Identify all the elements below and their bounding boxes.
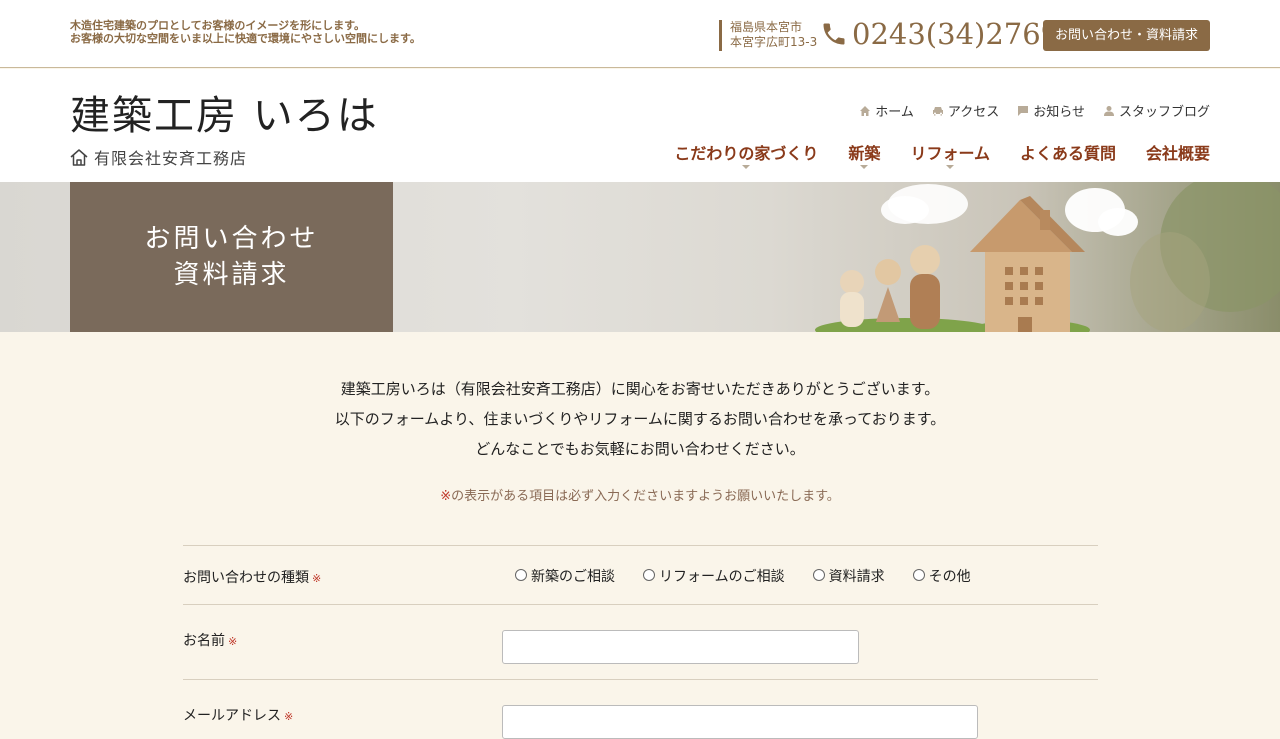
- tagline: 木造住宅建築のプロとしてお客様のイメージを形にします。 お客様の大切な空間をいま…: [70, 19, 421, 45]
- utility-nav: ホーム アクセス お知らせ スタッフブログ: [859, 101, 1210, 120]
- util-nav-news[interactable]: お知らせ: [1017, 101, 1085, 120]
- required-mark: ※: [440, 489, 452, 504]
- form-row-name: お名前 ※: [183, 604, 1098, 679]
- tagline-line1: 木造住宅建築のプロとしてお客様のイメージを形にします。: [70, 19, 366, 32]
- car-icon: [932, 106, 943, 115]
- intro-line3: どんなことでもお気軽にお問い合わせください。: [475, 440, 805, 458]
- house-outline-icon: [70, 149, 88, 166]
- radio-circle[interactable]: [812, 569, 825, 581]
- site-logo[interactable]: 建築工房 いろは: [70, 93, 379, 139]
- contact-form: お問い合わせの種類 ※ 新築のご相談 リフォームのご相談 資料請求 その他 お名前…: [183, 545, 1098, 739]
- chat-icon: [1018, 105, 1029, 116]
- inquiry-type-radios: 新築のご相談 リフォームのご相談 資料請求 その他: [515, 566, 971, 586]
- util-nav-access[interactable]: アクセス: [932, 101, 999, 120]
- radio-circle[interactable]: [643, 569, 655, 581]
- inquiry-type-label: お問い合わせの種類 ※: [183, 567, 321, 587]
- chevron-down-icon: [860, 165, 869, 169]
- util-nav-label: スタッフブログ: [1118, 105, 1210, 120]
- name-label: お名前 ※: [183, 630, 237, 650]
- radio-circle[interactable]: [515, 569, 527, 581]
- nav-faq[interactable]: よくある質問: [1020, 140, 1116, 164]
- util-nav-label: ホーム: [875, 105, 914, 120]
- phone-icon: [823, 23, 845, 45]
- company-name-text: 有限会社安斉工務店: [94, 149, 248, 168]
- radio-reform[interactable]: リフォームのご相談: [643, 566, 785, 586]
- radio-label: 新築のご相談: [531, 569, 615, 585]
- nav-shinchiku[interactable]: 新築: [848, 140, 881, 169]
- required-mark: ※: [284, 710, 294, 723]
- name-input[interactable]: [502, 630, 859, 664]
- required-mark: ※: [312, 572, 322, 585]
- radio-other[interactable]: その他: [912, 566, 971, 586]
- nav-kodawari[interactable]: こだわりの家づくり: [674, 140, 819, 169]
- person-icon: [1103, 105, 1114, 116]
- required-note: ※の表示がある項目は必ず入力くださいますようお願いいたします。: [0, 485, 1280, 504]
- radio-new-build[interactable]: 新築のご相談: [515, 566, 615, 586]
- radio-label: その他: [928, 569, 971, 585]
- util-nav-label: お知らせ: [1033, 105, 1085, 120]
- intro-line2: 以下のフォームより、住まいづくりやリフォームに関するお問い合わせを承っております…: [334, 410, 946, 428]
- nav-reform[interactable]: リフォーム: [910, 140, 990, 169]
- form-row-email: メールアドレス ※: [183, 679, 1098, 739]
- company-name: 有限会社安斉工務店: [70, 145, 247, 169]
- hero-title-line1: お問い合わせ: [144, 224, 319, 254]
- radio-circle[interactable]: [912, 569, 925, 581]
- email-label-text: メールアドレス: [183, 708, 281, 724]
- nav-label: よくある質問: [1019, 144, 1116, 163]
- util-nav-home[interactable]: ホーム: [859, 101, 914, 120]
- nav-label: 会社概要: [1145, 144, 1210, 163]
- chevron-down-icon: [946, 165, 955, 169]
- address-line1: 福島県本宮市: [730, 20, 803, 34]
- intro-text: 建築工房いろは（有限会社安斉工務店）に関心をお寄せいただきありがとうございます。…: [0, 374, 1280, 464]
- radio-label: リフォームのご相談: [659, 569, 785, 585]
- phone-number[interactable]: 0243(34)2769: [852, 14, 1059, 54]
- tagline-line2: お客様の大切な空間をいま以上に快適で環境にやさしい空間にします。: [70, 32, 421, 45]
- nav-label: リフォーム: [910, 144, 990, 163]
- required-mark: ※: [228, 635, 238, 648]
- contact-button[interactable]: お問い合わせ・資料請求: [1043, 20, 1210, 51]
- form-row-inquiry-type: お問い合わせの種類 ※ 新築のご相談 リフォームのご相談 資料請求 その他: [183, 545, 1098, 604]
- radio-brochure[interactable]: 資料請求: [812, 566, 885, 586]
- email-input[interactable]: [502, 705, 978, 739]
- address-line2: 本宮字広町13-3: [730, 35, 818, 49]
- main-nav: こだわりの家づくり 新築 リフォーム よくある質問 会社概要: [674, 140, 1210, 169]
- nav-label: こだわりの家づくり: [674, 144, 819, 163]
- email-label: メールアドレス ※: [183, 705, 293, 725]
- home-icon: [860, 105, 871, 116]
- header: 建築工房 いろは 有限会社安斉工務店 ホーム アクセス お知らせ スタッフブログ…: [0, 69, 1280, 182]
- name-label-text: お名前: [183, 633, 225, 649]
- util-nav-blog[interactable]: スタッフブログ: [1103, 101, 1210, 120]
- nav-label: 新築: [848, 144, 881, 163]
- hero-title-line2: 資料請求: [173, 260, 290, 290]
- address: 福島県本宮市 本宮字広町13-3: [719, 20, 817, 51]
- inquiry-type-label-text: お問い合わせの種類: [183, 570, 309, 586]
- hero-title-box: お問い合わせ 資料請求: [70, 182, 393, 332]
- chevron-down-icon: [742, 165, 751, 169]
- util-nav-label: アクセス: [947, 105, 1000, 120]
- required-note-text: の表示がある項目は必ず入力くださいますようお願いいたします。: [451, 489, 840, 504]
- hero-banner: お問い合わせ 資料請求: [0, 182, 1280, 332]
- nav-company[interactable]: 会社概要: [1146, 140, 1210, 164]
- top-bar: 木造住宅建築のプロとしてお客様のイメージを形にします。 お客様の大切な空間をいま…: [0, 0, 1280, 68]
- radio-label: 資料請求: [828, 569, 885, 585]
- intro-line1: 建築工房いろは（有限会社安斉工務店）に関心をお寄せいただきありがとうございます。: [340, 380, 940, 398]
